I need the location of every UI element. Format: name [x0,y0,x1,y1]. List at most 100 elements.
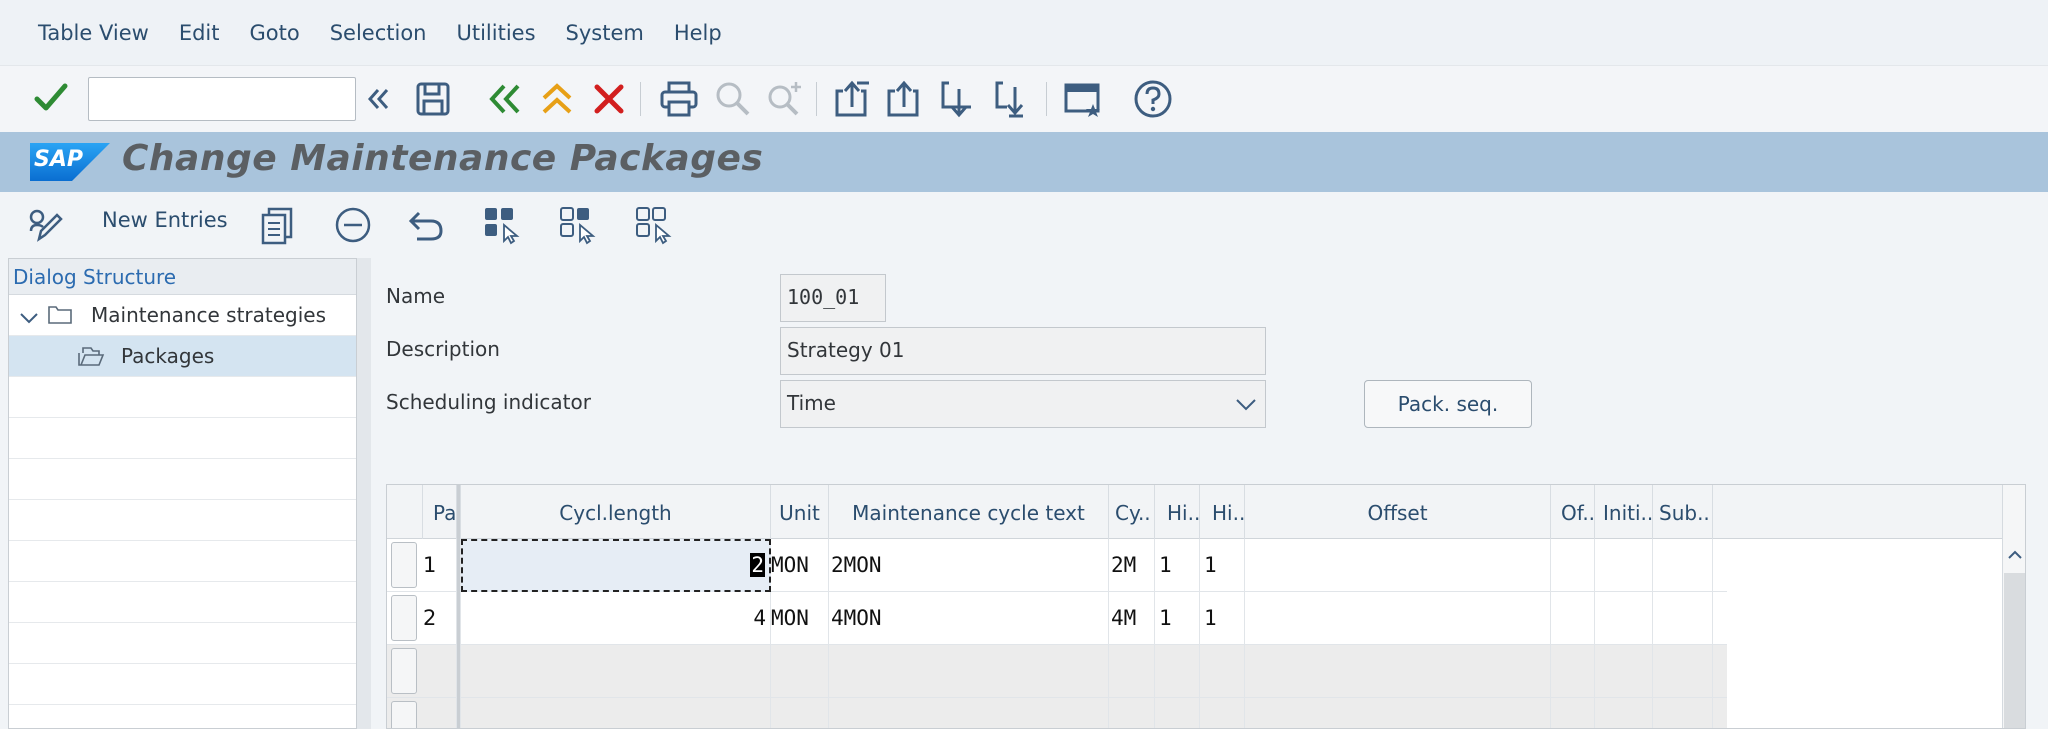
application-toolbar [0,192,2048,256]
cell-cycle-short[interactable]: 2M [1109,539,1155,592]
scroll-up-icon[interactable] [2006,547,2024,566]
cell-offset-unit[interactable] [1551,539,1595,592]
row-selector[interactable] [391,701,417,728]
dialog-structure-header: Dialog Structure [9,259,356,295]
toolbar-separator [816,82,817,116]
description-field[interactable]: Strategy 01 [780,327,1266,375]
cell-hierarchy-1[interactable]: 1 [1155,539,1200,592]
table-row-empty [387,698,1727,728]
column-header-offset-unit[interactable]: Of.. [1551,485,1595,539]
scheduling-indicator-select[interactable]: Time [780,380,1266,428]
row-selector[interactable] [391,542,417,588]
copy-icon[interactable] [256,202,302,248]
menu-system[interactable]: System [566,21,644,45]
cell-empty [1595,645,1653,698]
delete-icon[interactable] [330,202,376,248]
cell-empty [1245,698,1551,728]
row-selector[interactable] [391,648,417,694]
menu-edit[interactable]: Edit [179,21,220,45]
cell-empty [461,645,771,698]
cell-hierarchy-2[interactable]: 1 [1200,592,1245,645]
column-header-package[interactable]: Pa.. [423,485,457,539]
new-window-icon[interactable] [1060,76,1106,122]
cell-package: 1 [423,539,457,592]
column-header-initial[interactable]: Initi.. [1595,485,1653,539]
previous-page-icon[interactable] [882,76,928,122]
last-page-icon[interactable] [990,76,1036,122]
cancel-icon[interactable] [586,76,632,122]
row-select-header[interactable] [387,485,423,539]
double-chevron-left-icon[interactable] [356,76,402,122]
cell-initial[interactable] [1595,592,1653,645]
cell-unit[interactable]: MON [771,592,829,645]
tree-empty-row [9,541,356,582]
select-all-icon[interactable] [480,202,526,248]
cell-empty [829,698,1109,728]
next-page-icon[interactable] [936,76,982,122]
help-icon[interactable] [1130,76,1176,122]
column-header-cycle-text[interactable]: Maintenance cycle text [829,485,1109,539]
deselect-all-icon[interactable] [632,202,678,248]
chevron-down-icon[interactable] [1235,393,1257,417]
toolbar-separator [1046,82,1047,116]
cell-empty [461,698,771,728]
row-selector[interactable] [391,595,417,641]
exit-icon[interactable] [534,76,580,122]
display-change-icon[interactable] [22,202,68,248]
select-block-icon[interactable] [556,202,602,248]
checkmark-icon[interactable] [28,75,74,121]
cell-cycle-length[interactable]: 4 [461,592,771,645]
column-header-cycle-length[interactable]: Cycl.length [461,485,771,539]
cell-sub[interactable] [1653,592,1713,645]
pack-seq-button[interactable]: Pack. seq. [1364,380,1532,428]
cell-empty [1109,698,1155,728]
scheduling-indicator-label: Scheduling indicator [386,390,591,414]
chevron-down-icon[interactable] [19,307,39,331]
cell-unit[interactable]: MON [771,539,829,592]
cycle-length-input[interactable]: 2 [461,539,771,592]
find-icon[interactable] [710,76,756,122]
print-icon[interactable] [656,76,702,122]
table-row: 1 2 MON 2MON 2M 1 1 [387,539,1727,592]
cell-hierarchy-2[interactable]: 1 [1200,539,1245,592]
tree-item-label: Maintenance strategies [91,303,327,327]
cell-offset[interactable] [1245,592,1551,645]
cell-cycle-text[interactable]: 4MON [829,592,1109,645]
column-header-cycle-short[interactable]: Cy.. [1109,485,1155,539]
menu-selection[interactable]: Selection [330,21,427,45]
column-header-hierarchy-2[interactable]: Hi.. [1200,485,1245,539]
name-field[interactable]: 100_01 [780,274,886,322]
column-header-hierarchy-1[interactable]: Hi.. [1155,485,1200,539]
cell-hierarchy-1[interactable]: 1 [1155,592,1200,645]
tree-item-maintenance-strategies[interactable]: Maintenance strategies [9,295,356,336]
find-next-icon[interactable] [762,76,808,122]
menu-table-view[interactable]: Table View [38,21,149,45]
cell-cycle-text[interactable]: 2MON [829,539,1109,592]
tree-empty-row [9,459,356,500]
menu-utilities[interactable]: Utilities [456,21,535,45]
splitter[interactable] [357,258,371,729]
cell-initial[interactable] [1595,539,1653,592]
name-label: Name [386,284,446,308]
column-header-unit[interactable]: Unit [771,485,829,539]
menu-help[interactable]: Help [674,21,722,45]
back-icon[interactable] [482,76,528,122]
scrollbar-thumb[interactable] [2004,573,2025,728]
cell-cycle-short[interactable]: 4M [1109,592,1155,645]
command-field[interactable] [88,77,356,121]
column-header-sub[interactable]: Sub.. [1653,485,1713,539]
cell-sub[interactable] [1653,539,1713,592]
cell-offset-unit[interactable] [1551,592,1595,645]
cell-offset[interactable] [1245,539,1551,592]
cell-cycle-length: 2 [750,553,765,577]
save-icon[interactable] [410,76,456,122]
undo-icon[interactable] [404,202,450,248]
table-row-empty [387,645,1727,698]
tree-empty-row [9,418,356,459]
column-header-offset[interactable]: Offset [1245,485,1551,539]
new-entries-button[interactable]: New Entries [102,208,228,232]
tree-item-packages[interactable]: Packages [9,336,356,377]
menu-goto[interactable]: Goto [250,21,300,45]
cell-empty [1155,698,1200,728]
first-page-icon[interactable] [830,76,876,122]
